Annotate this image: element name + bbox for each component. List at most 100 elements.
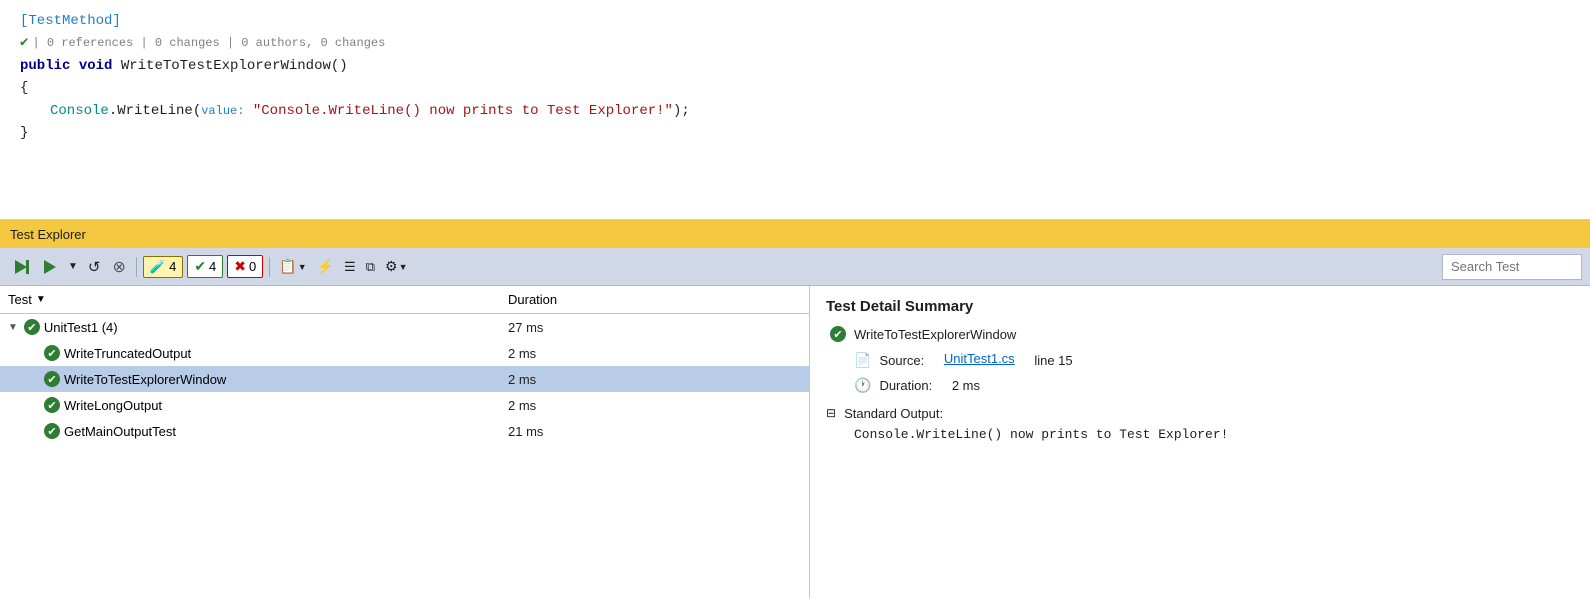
all-tests-badge[interactable]: 🧪 4: [143, 256, 183, 278]
test-duration-value: 2 ms: [508, 372, 536, 387]
run-failed-button[interactable]: ⚡: [314, 256, 337, 277]
detail-pass-icon: ✔: [830, 326, 846, 342]
test-name-cell: ✔ GetMainOutputTest: [0, 421, 500, 441]
source-link[interactable]: UnitTest1.cs: [944, 351, 1015, 366]
playlist-dropdown-arrow: ▼: [298, 262, 307, 272]
lightning-icon: ⚡: [317, 258, 334, 275]
test-duration-cell: 21 ms: [500, 422, 650, 441]
test-name-label: WriteToTestExplorerWindow: [64, 372, 226, 387]
run-button[interactable]: [38, 257, 62, 277]
run-dropdown-button[interactable]: ▼: [66, 259, 80, 274]
detail-source-label: Source:: [879, 351, 924, 371]
group-icon: ☰: [344, 259, 356, 275]
flask-icon: 🧪: [150, 259, 166, 275]
pass-count: 4: [209, 259, 216, 274]
table-row[interactable]: ✔ WriteToTestExplorerWindow 2 ms: [0, 366, 809, 392]
code-line-5: Console .WriteLine( value: "Console.Writ…: [20, 100, 1570, 122]
settings-dropdown-arrow: ▼: [399, 262, 408, 272]
table-row[interactable]: ✔ GetMainOutputTest 21 ms: [0, 418, 809, 444]
code-kw-public: public: [20, 55, 70, 77]
test-duration-cell: 27 ms: [500, 318, 650, 337]
test-explorer-title: Test Explorer: [10, 227, 86, 242]
run-all-button[interactable]: [8, 256, 34, 278]
test-name-label: WriteLongOutput: [64, 398, 162, 413]
source-file-icon: 📄: [854, 352, 871, 369]
duration-col-label: Duration: [508, 292, 557, 307]
test-name-cell: ✔ WriteLongOutput: [0, 395, 500, 415]
test-duration-value: 27 ms: [508, 320, 543, 335]
pass-status-icon: ✔: [24, 319, 40, 335]
group-by-button[interactable]: ☰: [341, 257, 359, 277]
code-string-value: "Console.WriteLine() now prints to Test …: [253, 100, 673, 122]
code-value-param: value:: [201, 102, 244, 121]
test-duration-cell: 2 ms: [500, 344, 650, 363]
output-header: ⊟ Standard Output:: [826, 404, 1574, 424]
table-row[interactable]: ▼ ✔ UnitTest1 (4) 27 ms: [0, 314, 809, 340]
code-check-icon: ✔: [20, 32, 28, 54]
detail-source-row: 📄 Source: UnitTest1.cs line 15: [826, 351, 1574, 371]
pass-status-icon: ✔: [44, 345, 60, 361]
test-duration-value: 21 ms: [508, 424, 543, 439]
code-line-6: }: [20, 122, 1570, 144]
test-list-header: Test ▼ Duration: [0, 286, 809, 314]
test-main-area: Test ▼ Duration ▼ ✔ UnitTest1 (4): [0, 286, 1590, 598]
collapse-output-icon[interactable]: ⊟: [826, 406, 836, 420]
detail-test-name-row: ✔ WriteToTestExplorerWindow: [826, 325, 1574, 345]
collapse-triangle-icon[interactable]: ▼: [8, 322, 18, 333]
code-writeline-method: .WriteLine(: [109, 100, 201, 122]
test-name-cell: ✔ WriteToTestExplorerWindow: [0, 369, 500, 389]
cancel-icon: ⊗: [112, 257, 125, 277]
code-method-name: WriteToTestExplorerWindow: [121, 55, 331, 77]
code-references: | 0 references | 0 changes | 0 authors, …: [32, 34, 385, 53]
playlist-icon: 📋: [279, 258, 296, 275]
code-brace-close: }: [20, 122, 28, 144]
copy-button[interactable]: ⧉: [363, 257, 378, 277]
search-input[interactable]: [1442, 254, 1582, 280]
pass-status-icon: ✔: [44, 371, 60, 387]
playlist-button[interactable]: 📋 ▼: [276, 256, 309, 277]
sort-arrow-icon: ▼: [36, 294, 46, 305]
run-all-icon: [12, 258, 30, 276]
test-duration-value: 2 ms: [508, 346, 536, 361]
toolbar-separator-2: [269, 257, 270, 277]
all-tests-count: 4: [169, 259, 176, 274]
standard-output-section: ⊟ Standard Output: Console.WriteLine() n…: [826, 404, 1574, 443]
pass-status-icon: ✔: [44, 397, 60, 413]
test-list-panel: Test ▼ Duration ▼ ✔ UnitTest1 (4): [0, 286, 810, 598]
detail-source-line: line 15: [1034, 351, 1072, 371]
table-row[interactable]: ✔ WriteTruncatedOutput 2 ms: [0, 340, 809, 366]
code-parens: (): [331, 55, 348, 77]
refresh-icon: ↺: [88, 258, 101, 276]
settings-button[interactable]: ⚙ ▼: [382, 256, 410, 277]
detail-title: Test Detail Summary: [826, 298, 1574, 315]
code-brace-open: {: [20, 77, 28, 99]
pass-check-icon: ✔: [194, 258, 206, 275]
gear-icon: ⚙: [385, 258, 398, 275]
test-explorer-toolbar: ▼ ↺ ⊗ 🧪 4 ✔ 4 ✖ 0 📋 ▼: [0, 248, 1590, 286]
detail-duration-row: 🕐 Duration: 2 ms: [826, 376, 1574, 396]
failed-tests-badge[interactable]: ✖ 0: [227, 255, 263, 278]
cancel-button[interactable]: ⊗: [108, 255, 129, 279]
passed-tests-badge[interactable]: ✔ 4: [187, 255, 223, 278]
test-column-header[interactable]: Test ▼: [0, 290, 500, 309]
code-line-end: );: [673, 100, 690, 122]
refresh-button[interactable]: ↺: [84, 256, 105, 278]
fail-x-icon: ✖: [234, 258, 246, 275]
code-kw-void: void: [79, 55, 113, 77]
test-name-cell: ▼ ✔ UnitTest1 (4): [0, 317, 500, 337]
output-label: Standard Output:: [844, 404, 943, 424]
code-line-2: ✔ | 0 references | 0 changes | 0 authors…: [20, 32, 1570, 54]
output-text: Console.WriteLine() now prints to Test E…: [826, 427, 1574, 442]
detail-duration-value: 2 ms: [952, 376, 980, 396]
test-name-label: UnitTest1 (4): [44, 320, 118, 335]
code-line-4: {: [20, 77, 1570, 99]
clock-icon: 🕐: [854, 377, 871, 394]
test-name-label: GetMainOutputTest: [64, 424, 176, 439]
code-editor: [TestMethod] ✔ | 0 references | 0 change…: [0, 0, 1590, 220]
table-row[interactable]: ✔ WriteLongOutput 2 ms: [0, 392, 809, 418]
test-duration-cell: 2 ms: [500, 370, 650, 389]
code-line-1: [TestMethod]: [20, 10, 1570, 32]
duration-column-header: Duration: [500, 290, 650, 309]
code-line-3: public void WriteToTestExplorerWindow (): [20, 55, 1570, 77]
test-explorer-panel: Test Explorer ▼ ↺ ⊗: [0, 220, 1590, 598]
